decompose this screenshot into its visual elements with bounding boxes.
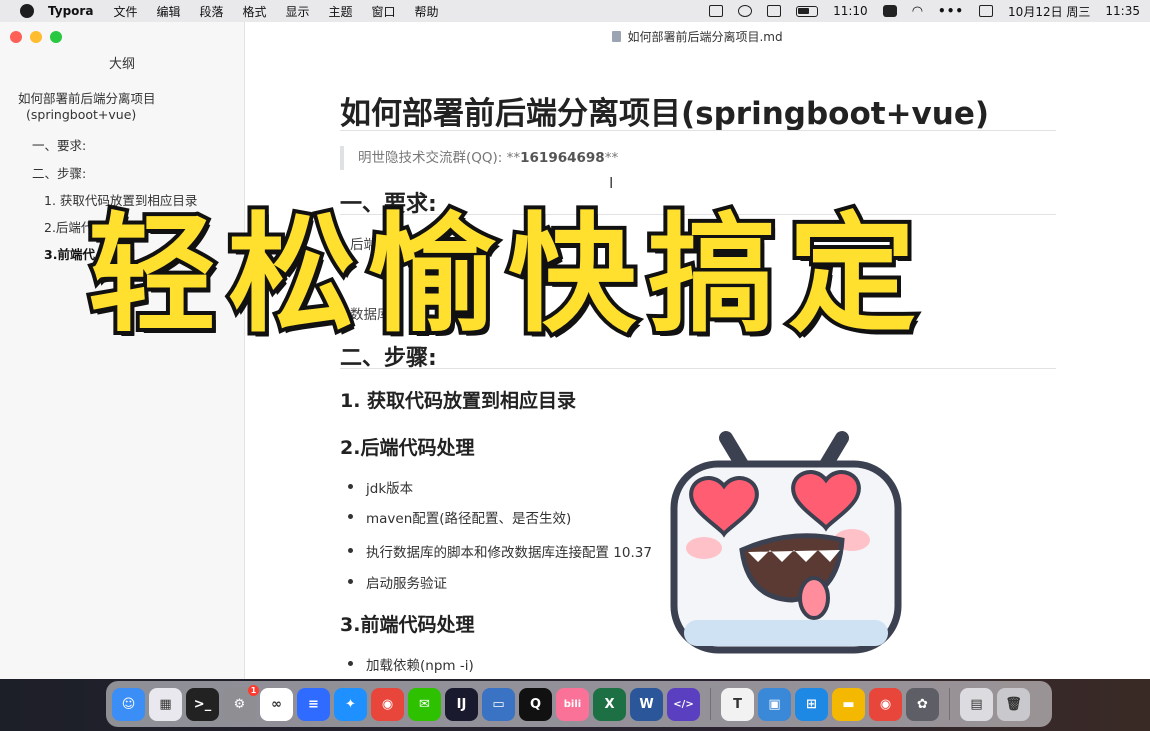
cloud-icon[interactable]: ∞ xyxy=(260,687,293,721)
document-icon xyxy=(612,30,622,42)
more-icon[interactable]: ••• xyxy=(938,4,964,18)
chrome-icon[interactable]: ◉ xyxy=(371,687,404,721)
quote-stars-open: ** xyxy=(506,150,521,166)
camera-icon[interactable] xyxy=(767,5,782,17)
apple-menu-icon[interactable] xyxy=(20,4,34,18)
recorder-icon[interactable]: ▣ xyxy=(758,687,791,721)
list-item: maven配置(路径配置、是否生效) xyxy=(347,507,571,527)
menubar-date[interactable]: 10月12日 周三 xyxy=(1008,3,1090,20)
wifi-icon[interactable]: ◠ xyxy=(912,4,923,19)
menu-paragraph[interactable]: 段落 xyxy=(199,3,223,20)
window-titlebar: 如何部署前后端分离项目.md xyxy=(245,22,1150,50)
safari-icon[interactable]: ✦ xyxy=(334,687,367,721)
status-area: 11:10 ◠ ••• 10月12日 周三 11:35 xyxy=(709,0,1140,22)
outline-item[interactable]: (springboot+vue) xyxy=(26,107,136,122)
outline-title: 大纲 xyxy=(108,57,135,72)
battery-icon[interactable] xyxy=(796,5,819,17)
dock: ☺ ▦ >_ ⚙ 1 ∞ ≡ ✦ ◉ ✉ IJ ▭ Qbili X W </> T ▣ ⊞ ▬ ◉ ✿ ▤ 🗑 xyxy=(106,681,1052,727)
code-icon[interactable]: </> xyxy=(667,687,700,721)
quote-stars-close: ** xyxy=(604,150,619,166)
quote-text: 明世隐技术交流群(QQ): xyxy=(358,150,503,166)
photo-tool-icon[interactable]: ✿ xyxy=(906,687,939,721)
zoom-button[interactable] xyxy=(50,31,62,43)
quote-qq-number: 161964698 xyxy=(520,150,605,166)
chrome-canary-icon[interactable]: ◉ xyxy=(869,687,902,721)
window-controls xyxy=(10,31,62,43)
menu-theme[interactable]: 主题 xyxy=(329,3,353,20)
list-item: 加载依赖(npm -i) xyxy=(348,654,474,674)
bilibili-mascot-icon xyxy=(670,431,902,654)
trash-icon[interactable]: 🗑 xyxy=(997,687,1030,721)
control-center-icon[interactable] xyxy=(979,5,994,17)
screen-share-icon[interactable] xyxy=(709,5,724,17)
step-heading: 2.后端代码处理 xyxy=(340,437,475,459)
terminal-icon[interactable]: >_ xyxy=(186,687,219,721)
document-heading: 如何部署前后端分离项目(springboot+vue) xyxy=(340,96,990,132)
folder-icon[interactable]: ▬ xyxy=(832,687,865,721)
notes-icon[interactable]: ≡ xyxy=(297,687,330,721)
menu-help[interactable]: 帮助 xyxy=(415,3,439,20)
list-item: jdk版本 xyxy=(347,477,413,497)
intellij-icon[interactable]: IJ xyxy=(445,687,478,721)
launchpad-icon[interactable]: ▦ xyxy=(149,687,182,721)
sogou-input-icon[interactable] xyxy=(882,5,897,17)
menu-window[interactable]: 窗口 xyxy=(372,3,396,20)
word-icon[interactable]: W xyxy=(630,687,663,721)
excel-icon[interactable]: X xyxy=(593,687,626,721)
close-button[interactable] xyxy=(10,31,22,43)
list-item: 执行数据库的脚本和修改数据库连接配置 10.37 xyxy=(348,541,652,561)
menu-view[interactable]: 显示 xyxy=(286,3,310,20)
menu-app-name[interactable]: Typora xyxy=(48,4,93,18)
gear-icon[interactable]: ⚙ 1 xyxy=(223,684,259,721)
menu-bar: Typora 文件 编辑 段落 格式 显示 主题 窗口 帮助 11:10 ◠ •… xyxy=(0,0,1150,22)
typora-icon[interactable]: T xyxy=(721,687,754,721)
dock-separator xyxy=(949,688,950,720)
menu-format[interactable]: 格式 xyxy=(242,3,266,20)
dock-separator xyxy=(710,688,711,720)
wechat-icon[interactable]: ✉ xyxy=(408,687,441,721)
list-item: 启动服务验证 xyxy=(348,572,447,592)
menu-file[interactable]: 文件 xyxy=(113,3,137,20)
step-heading: 3.前端代码处理 xyxy=(340,614,475,636)
notification-badge: 1 xyxy=(248,684,259,696)
window-title: 如何部署前后端分离项目.md xyxy=(627,29,783,44)
accessibility-icon[interactable] xyxy=(738,5,753,17)
outline-item[interactable]: 二、步骤: xyxy=(32,163,86,182)
outline-item[interactable]: 一、要求: xyxy=(32,135,86,154)
document-stack-icon[interactable]: ▤ xyxy=(960,687,993,721)
outline-item[interactable]: 如何部署前后端分离项目 xyxy=(18,88,156,107)
menu-edit[interactable]: 编辑 xyxy=(156,3,180,20)
heading-rule xyxy=(340,130,1056,131)
step-heading: 1. 获取代码放置到相应目录 xyxy=(340,390,577,412)
blockquote: 明世隐技术交流群(QQ): **161964698** xyxy=(340,146,618,170)
qq-icon[interactable]: Q xyxy=(519,687,552,721)
database-icon[interactable]: ▭ xyxy=(482,687,515,721)
bilibili-icon[interactable]: bili xyxy=(556,687,589,721)
overlay-caption: 轻松愉快搞定 xyxy=(84,197,929,354)
windows-icon[interactable]: ⊞ xyxy=(795,687,828,721)
minimize-button[interactable] xyxy=(30,31,42,43)
status-clock-small: 11:10 xyxy=(833,4,868,18)
section-rule xyxy=(340,368,1056,369)
menubar-time[interactable]: 11:35 xyxy=(1105,4,1140,18)
finder-icon[interactable]: ☺ xyxy=(112,687,145,721)
